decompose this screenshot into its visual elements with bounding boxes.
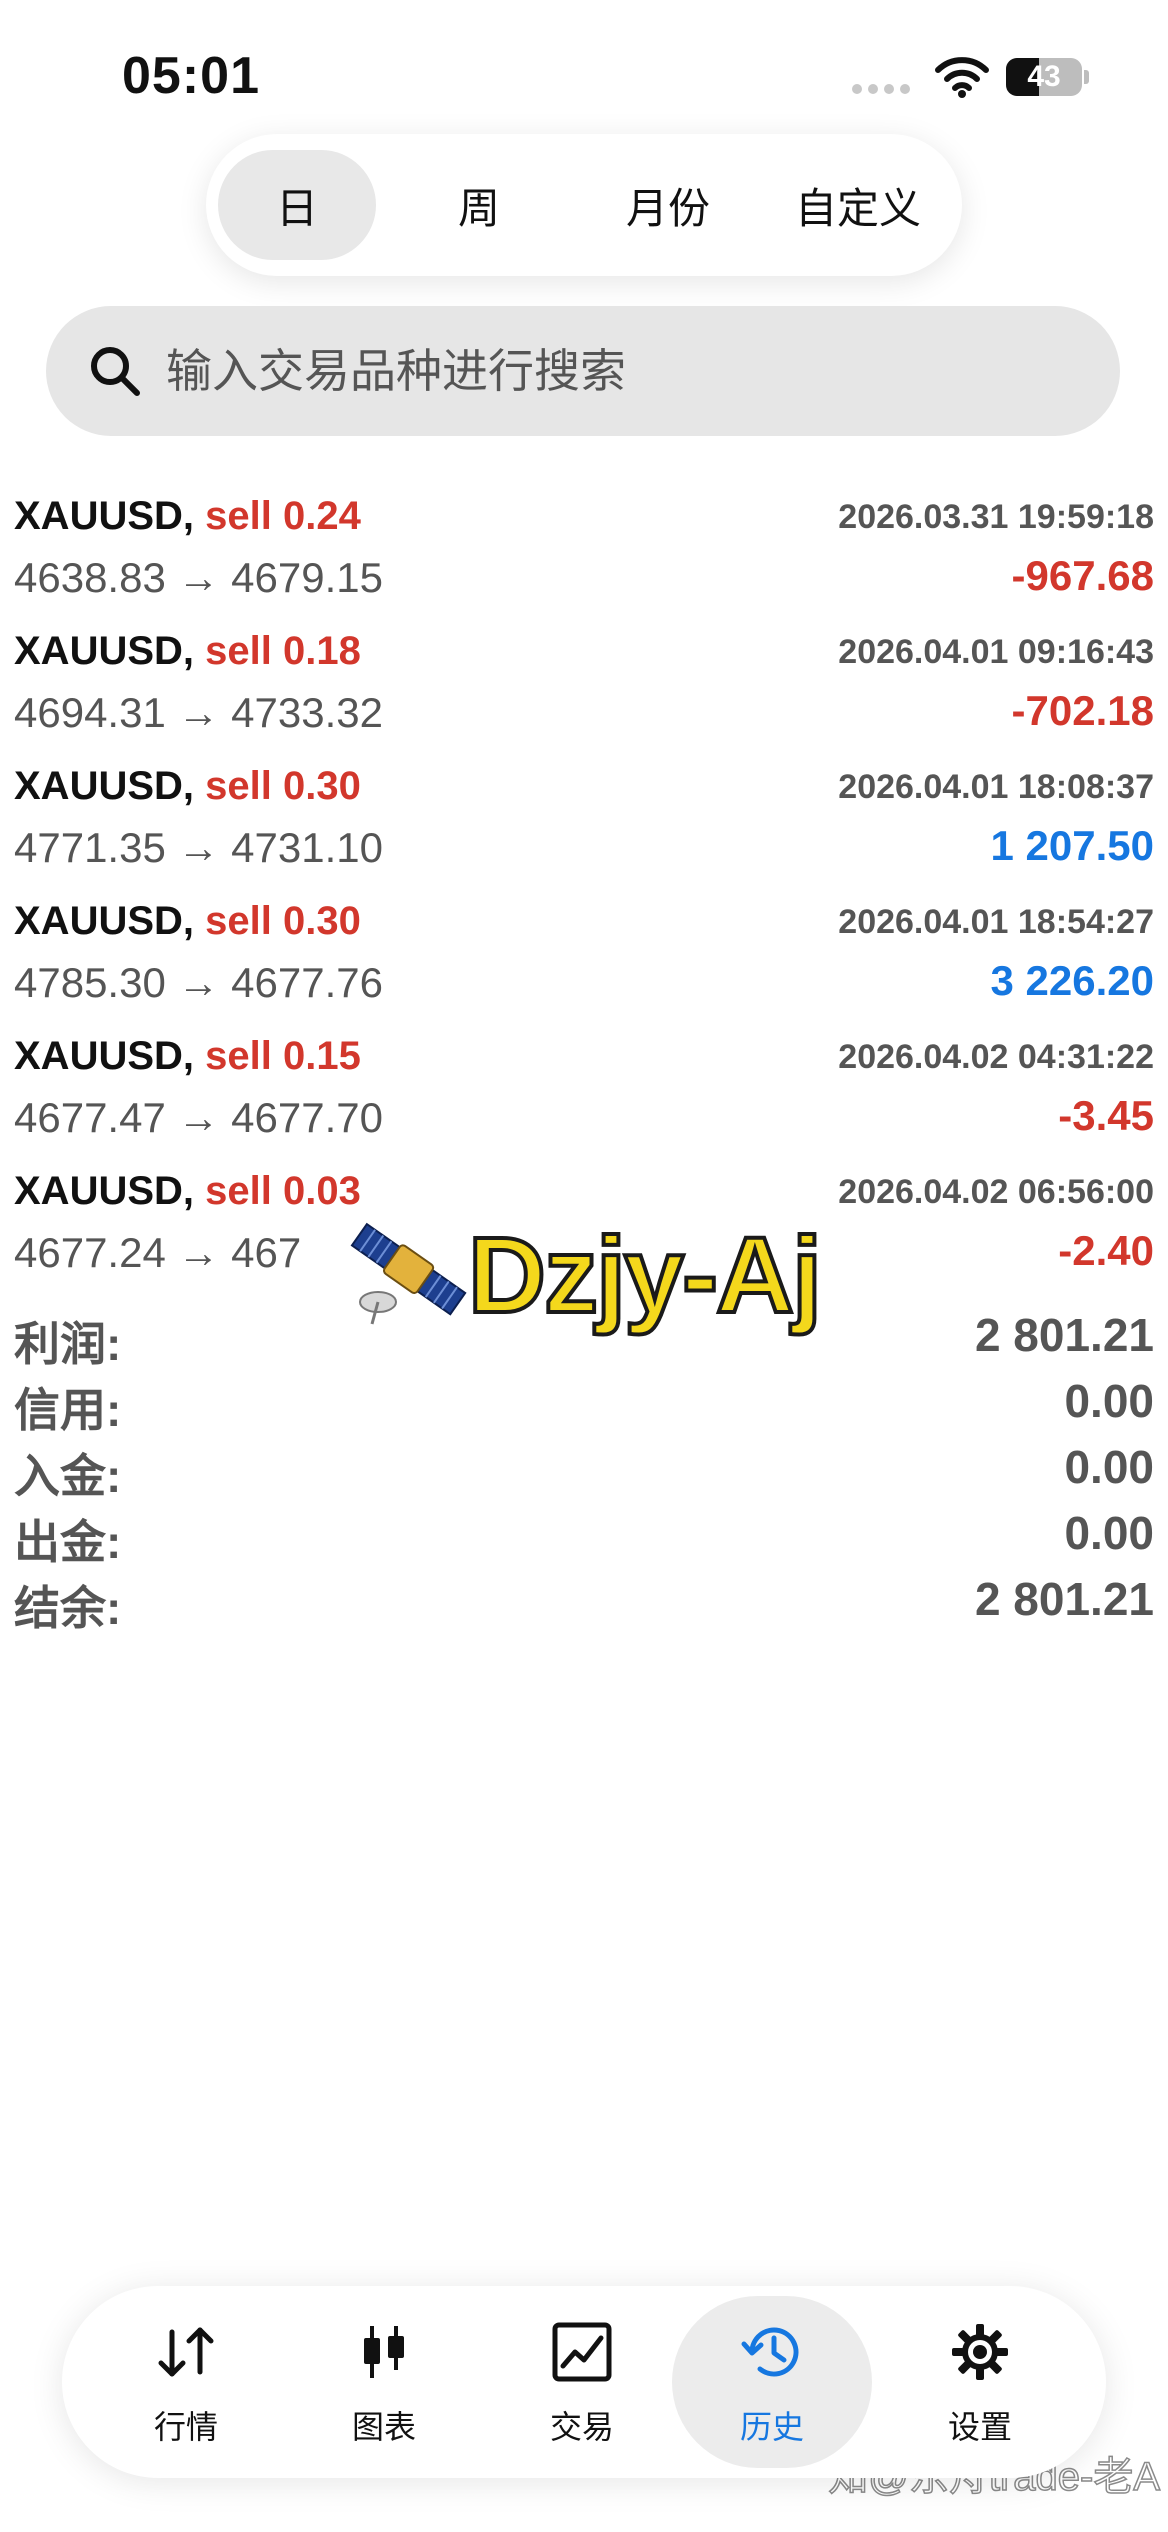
trade-time: 2026.04.01 09:16:43 [838,633,1154,671]
summary-label: 信用: [14,1384,122,1436]
trade-profit: -967.68 [1011,552,1154,599]
trade-symbol-line: XAUUSD, sell 0.18 [14,629,361,674]
bottom-nav: 行情 图表 交易 历史 设置 [62,2286,1106,2478]
history-clock-icon [741,2327,799,2377]
search-input[interactable]: 输入交易品种进行搜索 [46,306,1120,436]
battery-tip [1084,70,1089,84]
trade-time: 2026.04.01 18:54:27 [838,903,1154,941]
trade-side: sell 0.03 [205,1169,361,1213]
trade-prices: 4771.35 → 4731.10 [14,824,383,871]
trade-row[interactable]: XAUUSD, sell 0.18 2026.04.01 09:16:43 46… [0,625,1168,760]
signal-dots-icon [852,84,910,94]
status-bar: 05:01 43 [0,0,1168,150]
tab-day[interactable]: 日 [218,150,376,260]
wifi-icon [935,57,989,98]
trade-time: 2026.04.01 18:08:37 [838,768,1154,806]
watermark-overlay: Dzjy-Aj [344,1206,844,1346]
summary-label: 结余: [14,1582,122,1634]
summary-value: 2 801.21 [974,1573,1154,1625]
trade-line-chart-icon [552,2322,612,2382]
summary-deposit-row: 入金: 0.00 [0,1440,1168,1506]
trade-time: 2026.04.02 04:31:22 [838,1038,1154,1076]
trade-symbol: XAUUSD, [14,764,195,808]
nav-label: 历史 [739,2409,804,2445]
summary-label: 入金: [14,1450,122,1502]
summary-value: 2 801.21 [974,1309,1154,1361]
nav-label: 行情 [153,2409,218,2445]
satellite-icon [350,1222,467,1325]
trade-prices: 4677.47 → 4677.70 [14,1094,383,1141]
trade-row[interactable]: XAUUSD, sell 0.15 2026.04.02 04:31:22 46… [0,1030,1168,1165]
summary-label: 利润: [14,1318,122,1370]
trade-symbol-line: XAUUSD, sell 0.30 [14,899,361,944]
quotes-arrows-icon [158,2327,214,2377]
nav-label: 图表 [351,2409,416,2445]
summary-label: 出金: [14,1516,122,1568]
trade-profit: -2.40 [1058,1227,1154,1274]
trade-prices: 4694.31 → 4733.32 [14,689,383,736]
trade-time: 2026.03.31 19:59:18 [838,498,1154,536]
watermark-text: Dzjy-Aj [466,1212,824,1337]
summary-value: 0.00 [1064,1441,1154,1493]
nav-label: 设置 [947,2409,1012,2445]
battery-icon: 43 [1006,58,1082,96]
settings-gear-icon [952,2324,1008,2380]
trade-row[interactable]: XAUUSD, sell 0.24 2026.03.31 19:59:18 46… [0,490,1168,625]
search-icon [91,347,140,396]
summary-value: 0.00 [1064,1507,1154,1559]
trade-profit: 3 226.20 [990,957,1155,1004]
trade-prices: 4677.24 → 467 [14,1229,302,1276]
trade-side: sell 0.24 [205,494,361,538]
trade-side: sell 0.18 [205,629,361,673]
trade-time: 2026.04.02 06:56:00 [838,1173,1154,1211]
nav-label: 交易 [549,2409,614,2445]
trade-side: sell 0.15 [205,1034,361,1078]
tab-month[interactable]: 月份 [578,150,758,260]
trade-symbol: XAUUSD, [14,1034,195,1078]
trade-prices: 4638.83 → 4679.15 [14,554,383,601]
nav-item-settings[interactable]: 设置 [880,2296,1080,2468]
candlestick-chart-icon [364,2326,404,2378]
trade-symbol-line: XAUUSD, sell 0.03 [14,1169,361,1214]
trade-prices: 4785.30 → 4677.76 [14,959,383,1006]
summary-value: 0.00 [1064,1375,1154,1427]
trade-row[interactable]: XAUUSD, sell 0.30 2026.04.01 18:08:37 47… [0,760,1168,895]
trade-side: sell 0.30 [205,764,361,808]
status-time: 05:01 [122,47,260,105]
summary-withdrawal-row: 出金: 0.00 [0,1506,1168,1572]
nav-item-quotes[interactable]: 行情 [86,2296,286,2468]
period-tabs: 日 周 月份 自定义 [206,134,962,276]
search-placeholder: 输入交易品种进行搜索 [166,345,626,397]
trade-symbol-line: XAUUSD, sell 0.24 [14,494,361,539]
trade-symbol: XAUUSD, [14,629,195,673]
trade-symbol-line: XAUUSD, sell 0.15 [14,1034,361,1079]
summary-balance-row: 结余: 2 801.21 [0,1572,1168,1638]
trade-symbol: XAUUSD, [14,899,195,943]
trade-side: sell 0.30 [205,899,361,943]
nav-item-trade[interactable]: 交易 [482,2296,682,2468]
trade-symbol: XAUUSD, [14,494,195,538]
battery-level: 43 [1027,60,1061,93]
tab-custom[interactable]: 自定义 [768,150,948,260]
trade-row[interactable]: XAUUSD, sell 0.30 2026.04.01 18:54:27 47… [0,895,1168,1030]
trade-symbol: XAUUSD, [14,1169,195,1213]
nav-item-history[interactable]: 历史 [672,2296,872,2468]
trade-profit: -3.45 [1058,1092,1154,1139]
tab-week[interactable]: 周 [400,150,558,260]
summary-credit-row: 信用: 0.00 [0,1374,1168,1440]
trade-profit: -702.18 [1011,687,1154,734]
trade-symbol-line: XAUUSD, sell 0.30 [14,764,361,809]
nav-item-charts[interactable]: 图表 [284,2296,484,2468]
trade-profit: 1 207.50 [990,822,1155,869]
